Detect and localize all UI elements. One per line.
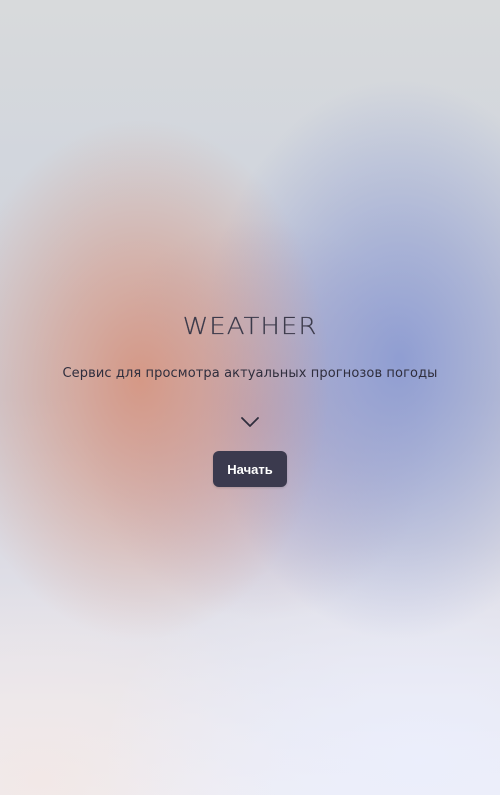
hero-section: WEATHER Сервис для просмотра актуальных … (0, 0, 500, 795)
start-button[interactable]: Начать (213, 451, 287, 487)
weather-logo: WEATHER (182, 313, 318, 341)
hero-subtitle: Сервис для просмотра актуальных прогнозо… (62, 366, 438, 381)
chevron-down-icon[interactable] (240, 414, 260, 428)
